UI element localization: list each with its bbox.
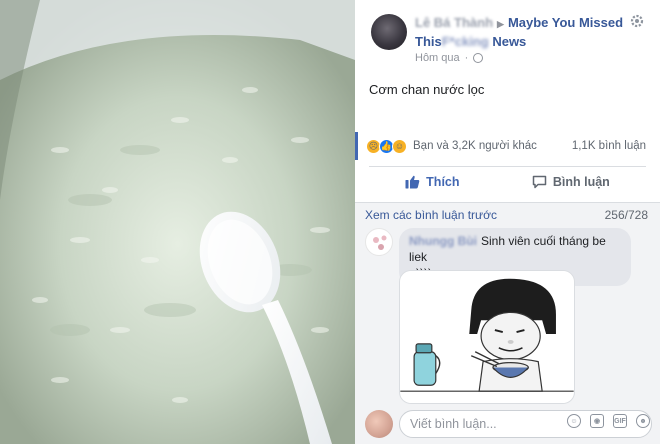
comment-label: Bình luận — [552, 174, 610, 189]
comment-sticker[interactable] — [399, 270, 575, 404]
group-name-suffix: News — [492, 34, 527, 49]
post-header: Lê Bá Thành ▶ Maybe You Missed ThisF*cking … — [415, 14, 625, 51]
comment-button[interactable]: Bình luận — [532, 175, 610, 189]
commenter-name[interactable]: Nhungg Bùi — [409, 234, 477, 248]
like-label: Thích — [426, 174, 460, 189]
post-photo[interactable] — [0, 0, 355, 444]
my-avatar — [365, 410, 393, 438]
haha-icon: ☺ — [392, 138, 407, 154]
comment-count[interactable]: 1,1K bình luận — [572, 140, 646, 152]
camera-icon[interactable]: ◉ — [590, 414, 604, 428]
rice-bowl-image — [0, 0, 355, 444]
comment-bubble-icon — [532, 175, 547, 188]
emoji-icon[interactable]: ☺ — [567, 414, 581, 428]
post-text: Cơm chan nước lọc — [369, 82, 485, 97]
post-meta: Hôm qua · — [415, 52, 484, 64]
view-previous-comments[interactable]: Xem các bình luận trước — [365, 208, 497, 222]
sticker-icon[interactable]: ☻ — [636, 414, 650, 428]
commenter-avatar[interactable] — [365, 228, 393, 256]
group-name-line1: Maybe You Missed — [507, 15, 624, 30]
comment-pager: 256/728 — [604, 208, 648, 222]
author-avatar[interactable] — [371, 14, 407, 50]
like-button[interactable]: Thích — [405, 174, 460, 189]
author-name[interactable]: Lê Bá Thành — [415, 15, 493, 30]
sticker-image — [400, 271, 574, 403]
dot-separator: · — [464, 52, 469, 64]
reactions-bar[interactable]: ☹ 👍 ☺ Bạn và 3,2K người khác 1,1K bình l… — [355, 132, 660, 160]
comment-composer: Viết bình luận... ☺ ◉ GIF ☻ — [355, 404, 660, 444]
post-panel: Lê Bá Thành ▶ Maybe You Missed ThisF*cking … — [355, 0, 660, 444]
post-actions: Thích Bình luận — [369, 166, 646, 196]
reactions-summary[interactable]: Bạn và 3,2K người khác — [413, 140, 537, 152]
group-name-prefix: This — [415, 34, 442, 49]
globe-icon — [473, 53, 484, 63]
gif-icon[interactable]: GIF — [613, 414, 627, 428]
post-time[interactable]: Hôm qua — [415, 52, 460, 64]
gear-icon[interactable] — [630, 14, 644, 28]
thumbs-up-icon — [405, 175, 420, 188]
group-name-censored: F*cking — [441, 34, 489, 49]
composer-icons: ☺ ◉ GIF ☻ — [567, 414, 650, 428]
arrow-right-icon: ▶ — [497, 19, 504, 29]
